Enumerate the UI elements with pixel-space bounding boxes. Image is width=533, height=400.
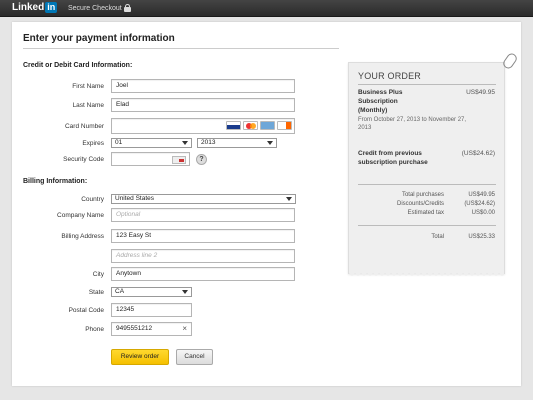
expires-label: Expires: [82, 140, 104, 147]
address-line-2-input[interactable]: Address line 2: [111, 249, 295, 263]
expires-year-value: 2013: [201, 139, 216, 146]
lock-icon: [124, 4, 131, 12]
credit-item-price: (US$24.62): [461, 150, 495, 157]
help-icon[interactable]: ?: [196, 154, 207, 165]
discounts-value: (US$24.62): [464, 201, 495, 207]
card-number-input[interactable]: [111, 118, 295, 134]
city-input[interactable]: Anytown: [111, 267, 295, 281]
amex-icon: [260, 121, 275, 130]
linkedin-logo[interactable]: Linked in: [12, 2, 58, 14]
estimated-tax-label: Estimated tax: [407, 210, 444, 216]
security-code-label: Security Code: [63, 156, 104, 163]
cancel-button[interactable]: Cancel: [176, 349, 213, 365]
top-bar: Linked in Secure Checkout: [0, 0, 533, 17]
credit-item-name: Credit from previous subscription purcha…: [358, 150, 428, 166]
postal-code-label: Postal Code: [68, 307, 104, 314]
state-label: State: [88, 289, 104, 296]
cvv-card-icon: [172, 156, 186, 164]
last-name-input[interactable]: Elad: [111, 98, 295, 112]
total-label: Total: [431, 234, 444, 240]
chevron-down-icon: [267, 141, 273, 145]
total-purchases-value: US$49.95: [468, 192, 495, 198]
company-input[interactable]: Optional: [111, 208, 295, 222]
logo-text: Linked: [12, 2, 45, 13]
clear-icon[interactable]: ×: [182, 323, 187, 335]
phone-input[interactable]: 9495551212 ×: [111, 322, 192, 336]
billing-address-input[interactable]: 123 Easy St: [111, 229, 295, 243]
card-section-heading: Credit or Debit Card Information:: [23, 62, 133, 69]
page-title: Enter your payment information: [23, 33, 175, 44]
security-code-input[interactable]: [111, 152, 190, 166]
totals-divider: [358, 184, 496, 185]
country-value: United States: [115, 195, 155, 202]
review-order-button[interactable]: Review order: [111, 349, 169, 365]
total-divider: [358, 225, 496, 226]
order-divider: [358, 84, 496, 85]
billing-address-label: Billing Address: [61, 233, 104, 240]
chevron-down-icon: [182, 290, 188, 294]
estimated-tax-value: US$0.00: [471, 210, 495, 216]
order-item-name: Business Plus Subscription (Monthly): [358, 89, 403, 114]
state-value: CA: [115, 288, 125, 295]
country-select[interactable]: United States: [111, 194, 296, 204]
card-brand-icons: [226, 121, 292, 130]
title-divider: [23, 48, 339, 49]
mastercard-icon: [243, 121, 258, 130]
state-select[interactable]: CA: [111, 287, 192, 297]
chevron-down-icon: [182, 141, 188, 145]
order-item-price: US$49.95: [466, 89, 495, 96]
discounts-label: Discounts/Credits: [396, 201, 444, 207]
total-purchases-label: Total purchases: [401, 192, 444, 198]
expires-month-select[interactable]: 01: [111, 138, 192, 148]
expires-month-value: 01: [115, 139, 123, 146]
phone-label: Phone: [85, 326, 104, 333]
card-number-label: Card Number: [64, 123, 104, 130]
last-name-label: Last Name: [72, 102, 104, 109]
order-item-period: From October 27, 2013 to November 27, 20…: [358, 117, 467, 131]
expires-year-select[interactable]: 2013: [197, 138, 277, 148]
country-label: Country: [81, 196, 104, 203]
phone-value: 9495551212: [116, 325, 153, 332]
logo-in-badge: in: [45, 2, 58, 13]
order-title: YOUR ORDER: [358, 71, 422, 81]
first-name-label: First Name: [72, 83, 104, 90]
postal-code-input[interactable]: 12345: [111, 303, 192, 317]
company-label: Company Name: [57, 212, 104, 219]
billing-section-heading: Billing Information:: [23, 178, 88, 185]
total-value: US$25.33: [468, 234, 495, 240]
payment-card: Enter your payment information Credit or…: [12, 22, 521, 386]
first-name-input[interactable]: Joel: [111, 79, 295, 93]
chevron-down-icon: [286, 197, 292, 201]
discover-icon: [277, 121, 292, 130]
city-label: City: [92, 271, 104, 278]
secure-checkout-label: Secure Checkout: [68, 5, 122, 12]
visa-icon: [226, 121, 241, 130]
order-summary: YOUR ORDER Business Plus Subscription (M…: [348, 62, 505, 277]
